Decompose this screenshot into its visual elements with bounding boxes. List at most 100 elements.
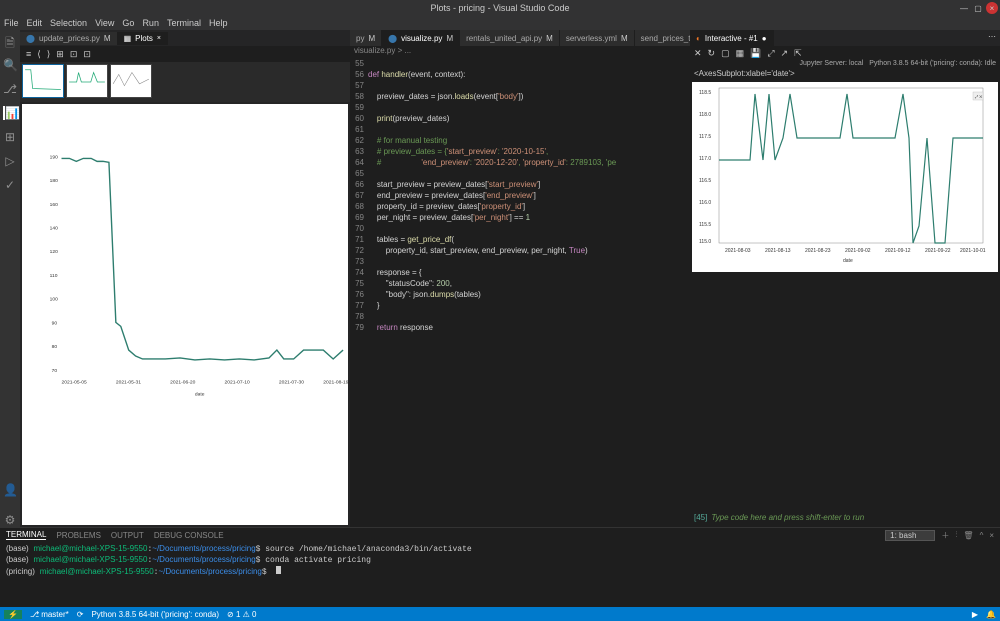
notifications-icon[interactable]: 🔔 [986,610,996,619]
extensions-icon[interactable]: ⊞ [3,130,17,144]
delete-icon[interactable]: ⊡ [81,49,93,60]
export-icon[interactable]: ↗ [781,48,789,59]
svg-text:90: 90 [52,320,58,326]
restart-icon[interactable]: ↻ [708,48,716,59]
menu-help[interactable]: Help [209,18,228,28]
explorer-icon[interactable]: 🗎 [3,34,17,48]
tab-interactive[interactable]: ◐ Interactive - #1 ● [690,30,774,46]
settings-icon[interactable]: ⚙ [3,513,17,527]
tab-rentals[interactable]: rentals_united_api.py M [460,30,560,46]
variables-icon[interactable]: ▦ [736,48,745,59]
maximize-terminal-icon[interactable]: ^ [980,531,984,540]
thumbnail-1[interactable] [22,64,64,98]
search-icon[interactable]: 🔍 [3,58,17,72]
run-indicator[interactable]: ▶ [972,610,978,619]
breadcrumb[interactable]: visualize.py > ... [350,46,690,58]
split-terminal-icon[interactable]: ⫶ [955,530,957,540]
svg-text:70: 70 [52,368,58,374]
minimap[interactable] [650,58,690,527]
code-content[interactable]: def handler(event, context): preview_dat… [368,58,650,527]
thumbnail-2[interactable] [66,64,108,98]
bottom-panel: TERMINAL PROBLEMS OUTPUT DEBUG CONSOLE 1… [0,527,1000,607]
maximize-button[interactable]: ▢ [972,2,984,14]
account-icon[interactable]: 👤 [3,483,17,497]
plots-tab-icon: ▦ [124,34,132,43]
svg-text:118.5: 118.5 [699,90,711,96]
main-plot: 190 180 160 140 120 110 100 90 80 70 202… [22,104,348,525]
plots-icon[interactable]: 📊 [3,106,17,120]
errors-indicator[interactable]: ⊘ 1 ⚠ 0 [227,610,256,619]
code-editor[interactable]: 55 56 57 58 59 60 61 62 63 64 65 66 67 6… [350,58,690,527]
close-icon[interactable]: × [157,35,161,42]
svg-text:2021-10-01: 2021-10-01 [960,248,986,254]
menu-edit[interactable]: Edit [27,18,43,28]
branch-indicator[interactable]: ⎇ master* [30,610,69,619]
kernel-status[interactable]: Python 3.8.5 64-bit ('pricing': conda): … [869,60,996,67]
next-icon[interactable]: ⟩ [45,49,53,60]
save-icon[interactable]: 💾 [750,48,761,59]
remote-indicator[interactable]: ⚡ [4,610,22,619]
svg-text:date: date [843,258,853,264]
tab-debug[interactable]: DEBUG CONSOLE [154,531,224,540]
minimize-button[interactable]: — [958,2,970,14]
tab-py[interactable]: py M [350,30,382,46]
svg-text:2021-08-13: 2021-08-13 [765,248,791,254]
svg-text:2021-09-22: 2021-09-22 [925,248,951,254]
tab-problems[interactable]: PROBLEMS [56,531,100,540]
tab-serverless[interactable]: serverless.yml M [560,30,635,46]
terminal-content[interactable]: (base) michael@michael-XPS-15-9550:~/Doc… [0,542,1000,607]
editor-area: py M ⬤ visualize.py M rentals_united_api… [350,30,690,527]
svg-text:115.5: 115.5 [699,222,711,228]
input-prompt: [45] [694,513,707,525]
new-terminal-icon[interactable]: ＋ [941,530,949,541]
menu-view[interactable]: View [95,18,114,28]
collapse-icon[interactable]: ⇱ [794,48,802,59]
trash-icon[interactable]: 🗑 [963,531,973,540]
menu-run[interactable]: Run [142,18,159,28]
plots-panel: ⬤ update_prices.py M ▦ Plots × ≡ ⟨ ⟩ ⊞ ⊡… [20,30,350,527]
svg-text:115.0: 115.0 [699,239,711,245]
git-icon[interactable]: ⎇ [3,82,17,96]
sync-indicator[interactable]: ⟳ [77,610,84,619]
svg-text:117.0: 117.0 [699,156,711,162]
svg-text:116.5: 116.5 [699,178,711,184]
tab-plots[interactable]: ▦ Plots × [118,32,168,45]
debug-icon[interactable]: ▷ [3,154,17,168]
test-icon[interactable]: ✓ [3,178,17,192]
svg-text:116.0: 116.0 [699,200,711,206]
menu-terminal[interactable]: Terminal [167,18,201,28]
thumbnail-3[interactable] [110,64,152,98]
expand-icon[interactable]: ⤢ [767,48,774,59]
notebook-plot: 118.5 118.0 117.5 117.0 116.5 116.0 115.… [692,82,998,272]
tab-label: update_prices.py [39,34,100,43]
python-icon: ⬤ [26,34,35,43]
input-placeholder: Type code here and press shift-enter to … [711,513,864,525]
notebook-input[interactable]: [45] Type code here and press shift-ente… [690,511,1000,527]
more-icon[interactable]: ⋯ [984,30,1000,46]
menu-icon[interactable]: ≡ [24,49,33,59]
close-terminal-icon[interactable]: × [989,531,994,540]
tab-terminal[interactable]: TERMINAL [6,530,46,540]
svg-text:2021-05-31: 2021-05-31 [116,380,141,386]
interrupt-icon[interactable]: ▢ [721,48,730,59]
close-button[interactable]: × [986,2,998,14]
tab-update-prices[interactable]: ⬤ update_prices.py M [20,32,118,45]
server-status[interactable]: Jupyter Server: local [800,60,864,67]
svg-text:2021-06-20: 2021-06-20 [170,380,195,386]
tab-visualize[interactable]: ⬤ visualize.py M [382,30,460,46]
menu-file[interactable]: File [4,18,19,28]
terminal-select[interactable]: 1: bash [885,530,935,541]
save-icon[interactable]: ⊡ [68,49,80,60]
svg-text:180: 180 [50,178,58,184]
statusbar: ⚡ ⎇ master* ⟳ Python 3.8.5 64-bit ('pric… [0,607,1000,621]
clear-icon[interactable]: ✕ [694,48,702,59]
output-repr: <AxesSubplot:xlabel='date'> [690,67,1000,80]
menu-go[interactable]: Go [122,18,134,28]
python-indicator[interactable]: Python 3.8.5 64-bit ('pricing': conda) [91,610,219,619]
menu-selection[interactable]: Selection [50,18,87,28]
notebook-toolbar: ✕ ↻ ▢ ▦ 💾 ⤢ ↗ ⇱ [690,46,1000,60]
prev-icon[interactable]: ⟨ [35,49,43,60]
zoom-icon[interactable]: ⊞ [54,49,66,60]
tab-label: Interactive - #1 [705,34,758,43]
tab-output[interactable]: OUTPUT [111,531,144,540]
